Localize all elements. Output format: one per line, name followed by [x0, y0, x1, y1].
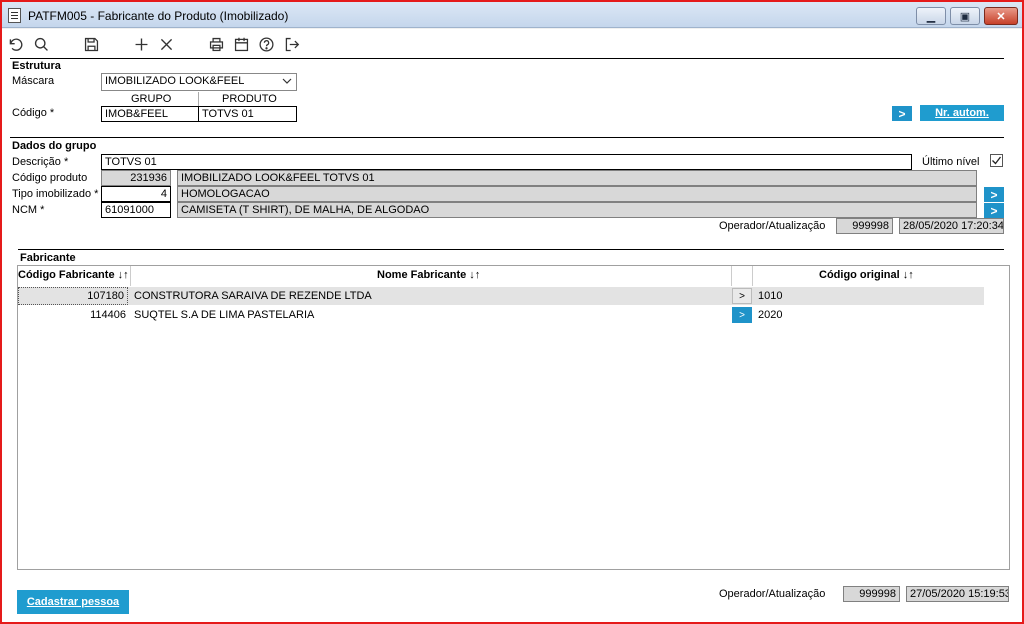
footer-operador-value: 999998: [843, 586, 900, 602]
col-codigo-fabricante[interactable]: Código Fabricante ↓↑: [18, 269, 129, 281]
title-bar[interactable]: PATFM005 - Fabricante do Produto (Imobil…: [2, 2, 1022, 28]
document-icon: [8, 8, 21, 23]
search-icon[interactable]: [31, 34, 51, 54]
codigo-produto-number: 231936: [101, 170, 171, 186]
ncm-input[interactable]: 61091000: [101, 202, 171, 218]
col-divider: [731, 266, 732, 286]
tipo-go-button[interactable]: >: [984, 187, 1004, 202]
row-go-button[interactable]: >: [732, 307, 752, 323]
col-divider: [752, 266, 753, 286]
operador-label: Operador/Atualização: [719, 220, 826, 232]
tipo-imobilizado-desc: HOMOLOGACAO: [177, 186, 977, 202]
help-icon[interactable]: [256, 34, 276, 54]
window-title: PATFM005 - Fabricante do Produto (Imobil…: [28, 9, 289, 23]
close-window-button[interactable]: ✕: [984, 7, 1018, 25]
footer-operador-label: Operador/Atualização: [719, 588, 826, 600]
nr-autom-button[interactable]: Nr. autom.: [920, 105, 1004, 121]
header-divider: [198, 92, 199, 106]
row-nome: CONSTRUTORA SARAIVA DE REZENDE LTDA: [134, 290, 372, 302]
atualizacao-value: 28/05/2020 17:20:34: [899, 218, 1004, 234]
add-icon[interactable]: [131, 34, 151, 54]
restore-button[interactable]: ▣: [950, 7, 980, 25]
footer-atualizacao-value: 27/05/2020 15:19:53: [906, 586, 1009, 602]
ncm-label: NCM *: [12, 204, 45, 216]
minimize-button[interactable]: ▁: [916, 7, 946, 25]
descricao-label: Descrição *: [12, 156, 69, 168]
section-estrutura-heading: Estrutura: [12, 60, 61, 72]
ultimo-nivel-label: Último nível: [922, 156, 980, 168]
divider: [10, 137, 1004, 138]
row-codigo: 114406: [90, 309, 126, 321]
codigo-produto-label: Código produto: [12, 172, 88, 184]
row-original: 2020: [758, 309, 783, 321]
divider: [18, 249, 1004, 250]
row-go-button[interactable]: >: [732, 288, 752, 304]
checkmark-icon: [992, 156, 1002, 165]
codigo-label: Código *: [12, 107, 55, 119]
chevron-down-icon: [282, 74, 292, 90]
row-codigo: 107180: [18, 287, 128, 305]
calendar-icon[interactable]: [231, 34, 251, 54]
col-divider: [130, 266, 131, 286]
section-dados-heading: Dados do grupo: [12, 140, 97, 152]
exit-icon[interactable]: [281, 34, 301, 54]
codigo-produto-desc: IMOBILIZADO LOOK&FEEL TOTVS 01: [177, 170, 977, 186]
operador-value: 999998: [836, 218, 893, 234]
ncm-go-button[interactable]: >: [984, 203, 1004, 218]
print-icon[interactable]: [206, 34, 226, 54]
close-icon[interactable]: [156, 34, 176, 54]
codigo-go-button[interactable]: >: [892, 106, 912, 121]
codigo-produto-input[interactable]: TOTVS 01: [198, 106, 297, 122]
col-nome-fabricante[interactable]: Nome Fabricante ↓↑: [377, 269, 480, 281]
tipo-imobilizado-input[interactable]: 4: [101, 186, 171, 202]
produto-header: PRODUTO: [222, 93, 277, 105]
mascara-label: Máscara: [12, 75, 55, 87]
col-codigo-original[interactable]: Código original ↓↑: [819, 269, 914, 281]
descricao-input[interactable]: TOTVS 01: [101, 154, 912, 170]
mascara-value: IMOBILIZADO LOOK&FEEL: [105, 75, 245, 87]
codigo-grupo-input[interactable]: IMOB&FEEL: [101, 106, 199, 122]
row-nome: SUQTEL S.A DE LIMA PASTELARIA: [134, 309, 315, 321]
codigo-fill: [297, 106, 885, 121]
divider: [10, 58, 1004, 59]
cadastrar-pessoa-button[interactable]: Cadastrar pessoa: [17, 590, 129, 614]
undo-icon[interactable]: [5, 34, 25, 54]
row-original: 1010: [758, 290, 783, 302]
tipo-imobilizado-label: Tipo imobilizado *: [12, 188, 99, 200]
mascara-select[interactable]: IMOBILIZADO LOOK&FEEL: [101, 73, 297, 91]
grupo-header: GRUPO: [131, 93, 172, 105]
section-fabricante-heading: Fabricante: [20, 252, 76, 264]
save-icon[interactable]: [81, 34, 101, 54]
ncm-desc: CAMISETA (T SHIRT), DE MALHA, DE ALGODAO: [177, 202, 977, 218]
ultimo-nivel-checkbox[interactable]: [990, 154, 1003, 167]
